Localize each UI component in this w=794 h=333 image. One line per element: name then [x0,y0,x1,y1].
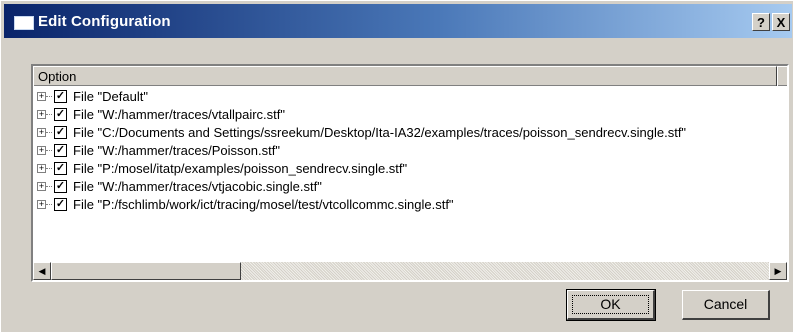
tree-row[interactable]: + ✓ File "C:/Documents and Settings/ssre… [33,124,787,142]
tree-connector [46,150,52,152]
row-label: File "Default" [73,89,148,104]
column-header-option[interactable]: Option [33,66,777,86]
row-label: File "W:/hammer/traces/vtjacobic.single.… [73,179,322,194]
focus-rectangle [572,295,649,314]
row-label: File "W:/hammer/traces/vtallpairc.stf" [73,107,285,122]
row-label: File "W:/hammer/traces/Poisson.stf" [73,143,280,158]
expand-plus-icon[interactable]: + [37,182,46,191]
title-bar[interactable]: Edit Configuration ? X [4,4,792,38]
row-checkbox[interactable]: ✓ [54,90,67,103]
scroll-right-icon[interactable]: ▶ [769,262,787,280]
tree-connector [46,114,52,116]
column-header-filler [777,66,787,86]
tree-connector [46,204,52,206]
scrollbar-thumb[interactable] [51,262,241,280]
expand-plus-icon[interactable]: + [37,164,46,173]
row-checkbox[interactable]: ✓ [54,126,67,139]
expand-plus-icon[interactable]: + [37,146,46,155]
expand-plus-icon[interactable]: + [37,200,46,209]
tree-connector [46,186,52,188]
list-header: Option [33,66,787,86]
tree-row[interactable]: + ✓ File "Default" [33,88,787,106]
ok-button[interactable]: OK [566,289,656,321]
row-label: File "P:/fschlimb/work/ict/tracing/mosel… [73,197,454,212]
scroll-left-icon[interactable]: ◀ [33,262,51,280]
row-checkbox[interactable]: ✓ [54,162,67,175]
row-checkbox[interactable]: ✓ [54,198,67,211]
tree-connector [46,168,52,170]
window-icon [14,16,34,30]
tree-connector [46,96,52,98]
horizontal-scrollbar[interactable]: ◀ ▶ [33,262,787,280]
row-checkbox[interactable]: ✓ [54,180,67,193]
expand-plus-icon[interactable]: + [37,92,46,101]
row-checkbox[interactable]: ✓ [54,108,67,121]
tree-row[interactable]: + ✓ File "W:/hammer/traces/Poisson.stf" [33,142,787,160]
cancel-button[interactable]: Cancel [682,290,770,320]
help-button[interactable]: ? [752,13,770,31]
tree-rows: + ✓ File "Default" + ✓ File "W:/hammer/t… [33,88,787,214]
row-label: File "P:/mosel/itatp/examples/poisson_se… [73,161,408,176]
tree-row[interactable]: + ✓ File "W:/hammer/traces/vtallpairc.st… [33,106,787,124]
tree-row[interactable]: + ✓ File "P:/fschlimb/work/ict/tracing/m… [33,196,787,214]
tree-row[interactable]: + ✓ File "P:/mosel/itatp/examples/poisso… [33,160,787,178]
tree-connector [46,132,52,134]
cancel-button-label: Cancel [703,296,748,312]
expand-plus-icon[interactable]: + [37,110,46,119]
row-checkbox[interactable]: ✓ [54,144,67,157]
expand-plus-icon[interactable]: + [37,128,46,137]
edit-configuration-dialog: Edit Configuration ? X Option + ✓ File "… [0,0,794,333]
window-title: Edit Configuration [38,13,171,30]
close-button[interactable]: X [772,13,790,31]
tree-row[interactable]: + ✓ File "W:/hammer/traces/vtjacobic.sin… [33,178,787,196]
options-tree-list[interactable]: Option + ✓ File "Default" + ✓ File "W:/h… [31,64,789,282]
row-label: File "C:/Documents and Settings/ssreekum… [73,125,687,140]
